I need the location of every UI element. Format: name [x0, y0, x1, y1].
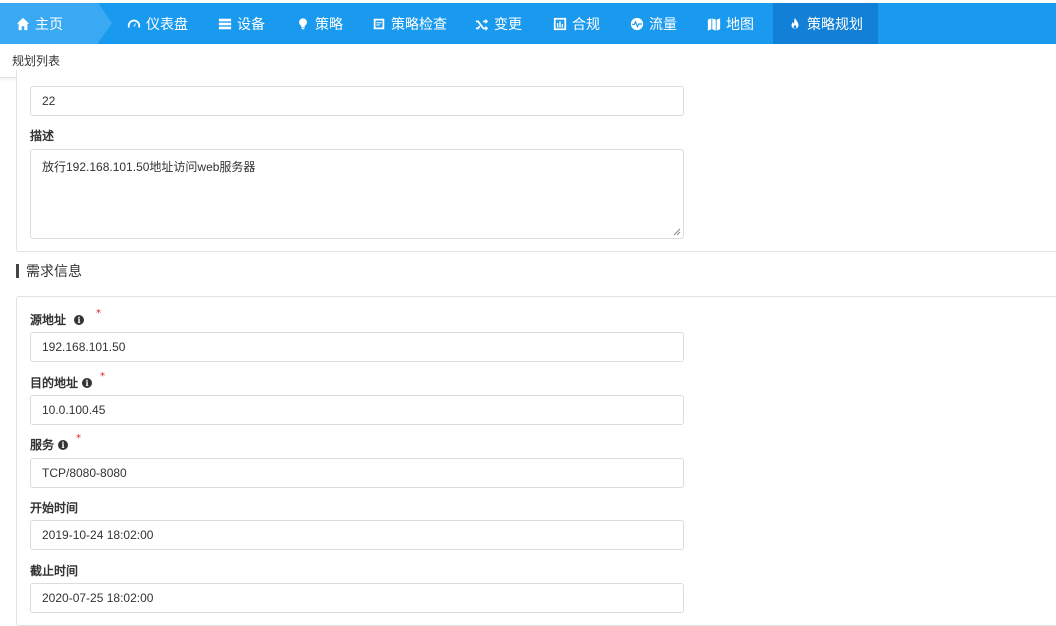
nav-item-map[interactable]: 地图 [707, 3, 754, 44]
nav-item-change[interactable]: 变更 [475, 3, 522, 44]
nav-home[interactable]: 主页 [0, 3, 112, 44]
resize-grip-icon[interactable] [673, 228, 681, 236]
server-icon [218, 17, 232, 31]
section-marker [16, 264, 19, 278]
section-title: 需求信息 [16, 262, 82, 280]
nav-item-policy-check[interactable]: 策略检查 [372, 3, 447, 44]
map-icon [707, 17, 721, 31]
dest-label: 目的地址 i * [30, 371, 106, 391]
info-icon[interactable]: i [74, 314, 85, 325]
nav-item-label: 策略 [315, 16, 343, 33]
service-label-text: 服务 [30, 438, 55, 452]
nav-item-policy[interactable]: 策略 [296, 3, 343, 44]
source-label-text: 源地址 [30, 313, 67, 327]
end-time-label-text: 截止时间 [30, 564, 79, 578]
description-text: 放行192.168.101.50地址访问web服务器 [42, 160, 256, 174]
fire-icon [788, 17, 802, 31]
description-label: 描述 [30, 127, 54, 144]
start-time-label: 开始时间 [30, 499, 78, 516]
nav-item-devices[interactable]: 设备 [218, 3, 265, 44]
required-mark: * [76, 433, 82, 444]
info-icon[interactable]: i [82, 377, 93, 388]
lightbulb-icon [296, 17, 310, 31]
start-time-input[interactable]: 2019-10-24 18:02:00 [30, 520, 684, 550]
source-label: 源地址 i * [30, 308, 102, 328]
service-input[interactable]: TCP/8080-8080 [30, 458, 684, 488]
shuffle-icon [475, 17, 489, 31]
nav-item-label: 策略规划 [807, 16, 863, 33]
dest-address-input[interactable]: 10.0.100.45 [30, 395, 684, 425]
end-time-input[interactable]: 2020-07-25 18:02:00 [30, 583, 684, 613]
required-mark: * [96, 308, 102, 319]
nav-home-label: 主页 [35, 16, 63, 33]
bar-chart-icon [553, 17, 567, 31]
nav-item-policy-planning[interactable]: 策略规划 [773, 3, 878, 44]
required-mark: * [100, 371, 106, 382]
dashboard-icon [127, 17, 141, 31]
checklist-icon [372, 17, 386, 31]
top-navigation: 主页 仪表盘 设备 策略 策略检查 变更 合规 流量 地图 策略规划 [0, 0, 1056, 44]
description-label-text: 描述 [30, 129, 55, 143]
info-icon[interactable]: i [58, 439, 69, 450]
service-label: 服务 i * [30, 433, 82, 453]
nav-item-traffic[interactable]: 流量 [630, 3, 677, 44]
dest-label-text: 目的地址 [30, 376, 79, 390]
end-time-label: 截止时间 [30, 562, 78, 579]
nav-item-label: 变更 [494, 16, 522, 33]
source-address-input[interactable]: 192.168.101.50 [30, 332, 684, 362]
breadcrumb-link[interactable]: 规划列表 [12, 52, 60, 69]
nav-item-label: 地图 [726, 16, 754, 33]
nav-item-label: 仪表盘 [146, 16, 188, 33]
partial-field[interactable]: 22 [30, 86, 684, 116]
home-icon [16, 17, 30, 31]
nav-item-label: 流量 [649, 16, 677, 33]
nav-item-label: 策略检查 [391, 16, 447, 33]
section-title-text: 需求信息 [26, 264, 82, 280]
pulse-icon [630, 17, 644, 31]
nav-item-compliance[interactable]: 合规 [553, 3, 600, 44]
nav-item-label: 设备 [237, 16, 265, 33]
nav-item-label: 合规 [572, 16, 600, 33]
description-textarea[interactable]: 放行192.168.101.50地址访问web服务器 [30, 149, 684, 239]
start-time-label-text: 开始时间 [30, 501, 79, 515]
nav-item-dashboard[interactable]: 仪表盘 [127, 3, 188, 44]
